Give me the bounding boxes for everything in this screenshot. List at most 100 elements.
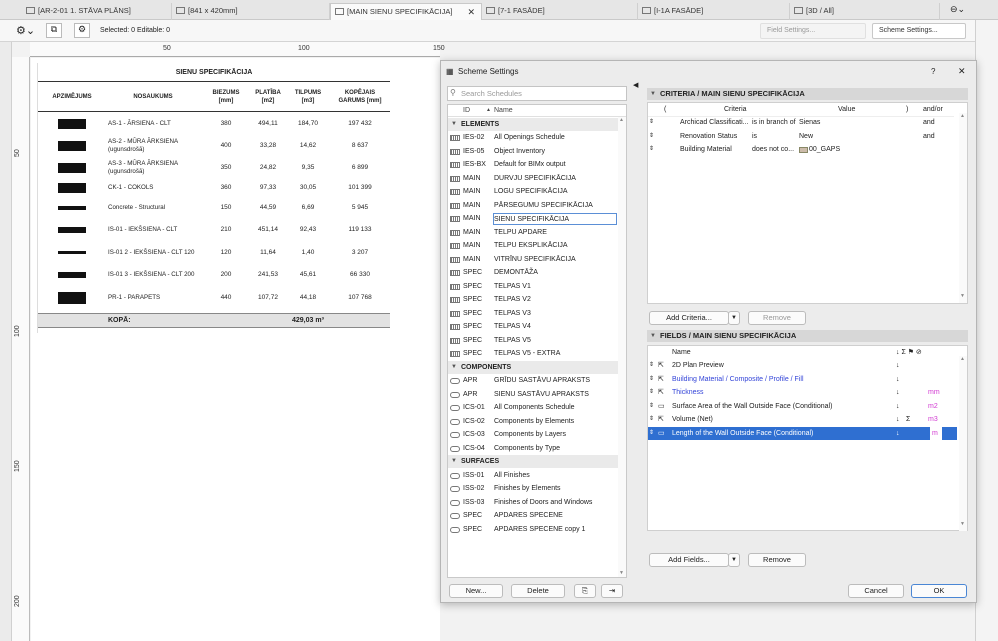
help-button[interactable]: ? xyxy=(931,61,935,82)
close-button[interactable]: ✕ xyxy=(958,61,966,82)
close-tab-icon[interactable]: ✕ xyxy=(467,4,475,20)
drag-handle-icon[interactable]: ⇕ xyxy=(649,413,654,427)
list-item[interactable]: APR GRĪDU SASTĀVU APRAKSTS xyxy=(448,374,618,388)
list-item[interactable]: MAIN TELPU EKSPLIKĀCIJA xyxy=(448,239,618,253)
criteria-name[interactable]: Renovation Status xyxy=(680,130,737,144)
list-item[interactable]: SPEC APDARES SPECENE copy 1 xyxy=(448,523,618,537)
list-item[interactable]: ICS-02 Components by Elements xyxy=(448,415,618,429)
add-fields-dropdown-icon[interactable]: ▼ xyxy=(728,553,740,567)
fields-scrollbar[interactable]: ▲ ▼ xyxy=(959,356,967,531)
tab-3d[interactable]: [3D / All] xyxy=(790,3,940,20)
list-item[interactable]: SPEC APDARES SPECENE xyxy=(448,509,618,523)
fields-header[interactable]: ▼ FIELDS / MAIN SIENU SPECIFIKĀCIJA xyxy=(647,330,968,342)
drag-handle-icon[interactable]: ⇕ xyxy=(649,116,654,130)
criteria-operator[interactable]: is xyxy=(752,130,757,144)
drag-handle-icon[interactable]: ⇕ xyxy=(649,400,654,414)
delete-button[interactable]: Delete xyxy=(511,584,565,598)
field-row[interactable]: ⇕ ⇱ Volume (Net) ↓ Σm3 xyxy=(648,413,957,427)
list-item[interactable]: ISS-01 All Finishes xyxy=(448,469,618,483)
list-item[interactable]: SPEC TELPAS V4 xyxy=(448,320,618,334)
add-criteria-dropdown-icon[interactable]: ▼ xyxy=(728,311,740,325)
gear-icon[interactable]: ⚙⌄ xyxy=(16,24,35,37)
section-elements[interactable]: ▼ ELEMENTS xyxy=(448,118,618,131)
list-scrollbar[interactable]: ▲ ▼ xyxy=(618,117,626,577)
field-unit[interactable]: mm xyxy=(928,386,940,400)
list-item[interactable]: IES-05 Object Inventory xyxy=(448,145,618,159)
sort-arrow-icon[interactable]: ↓ xyxy=(896,359,900,373)
tab-elevation-2[interactable]: [I-1A FASĀDE] xyxy=(638,3,790,20)
list-item[interactable]: ISS-02 Finishes by Elements xyxy=(448,482,618,496)
list-item[interactable]: SPEC DEMONTĀŽA xyxy=(448,266,618,280)
col-id-header[interactable]: ID xyxy=(463,107,470,114)
list-item[interactable]: APR SIENU SASTĀVU APRAKSTS xyxy=(448,388,618,402)
field-row[interactable]: ⇕ ⇱ Thickness ↓ mm xyxy=(648,386,957,400)
list-item[interactable]: ISS-03 Finishes of Doors and Windows xyxy=(448,496,618,510)
criteria-row[interactable]: ⇕ Renovation Status is New and xyxy=(648,130,954,144)
drag-handle-icon[interactable]: ⇕ xyxy=(649,427,654,441)
drag-handle-icon[interactable]: ⇕ xyxy=(649,386,654,400)
field-unit[interactable]: m xyxy=(930,426,942,440)
tab-elevation[interactable]: [7-1 FASĀDE] xyxy=(482,3,638,20)
drag-handle-icon[interactable]: ⇕ xyxy=(649,130,654,144)
section-components[interactable]: ▼ COMPONENTS xyxy=(448,360,618,374)
criteria-andor[interactable]: and xyxy=(923,116,935,130)
select-icon[interactable]: ⧉ xyxy=(46,23,62,38)
sort-arrow-icon[interactable]: ↓ xyxy=(896,400,900,414)
list-item[interactable]: MAIN DURVJU SPECIFIKĀCIJA xyxy=(448,172,618,186)
list-item[interactable]: MAIN PĀRSEGUMU SPECIFIKĀCIJA xyxy=(448,199,618,213)
scheme-settings-button[interactable]: Scheme Settings... xyxy=(872,23,966,39)
criteria-scrollbar[interactable]: ▲ ▼ xyxy=(959,113,967,303)
drag-handle-icon[interactable]: ⇕ xyxy=(649,143,654,157)
criteria-value[interactable]: New xyxy=(799,130,813,144)
section-surfaces[interactable]: ▼ SURFACES xyxy=(448,455,618,468)
tab-menu-icon[interactable]: ⊖⌄ xyxy=(950,4,965,15)
add-criteria-button[interactable]: Add Criteria... xyxy=(649,311,729,325)
criteria-andor[interactable]: and xyxy=(923,130,935,144)
list-item[interactable]: ICS-03 Components by Layers xyxy=(448,428,618,442)
tab-layout[interactable]: [841 x 420mm] xyxy=(172,3,330,20)
collapse-arrow-icon[interactable]: ◀ xyxy=(633,81,638,89)
list-item[interactable]: MAIN SIENU SPECIFIKĀCIJA xyxy=(448,212,618,226)
field-row[interactable]: ⇕ ▭ Length of the Wall Outside Face (Condi… xyxy=(648,426,957,441)
criteria-header[interactable]: ▼ CRITERIA / MAIN SIENU SPECIFIKĀCIJA xyxy=(647,88,968,100)
list-item[interactable]: ICS-04 Components by Type xyxy=(448,442,618,456)
sum-icon[interactable]: Σ xyxy=(906,413,910,427)
criteria-name[interactable]: Archicad Classificati... xyxy=(680,116,748,130)
tab-schedule[interactable]: [MAIN SIENU SPECIFIKĀCIJA] ✕ xyxy=(330,3,482,20)
drag-handle-icon[interactable]: ⇕ xyxy=(649,373,654,387)
sort-arrow-icon[interactable]: ↓ xyxy=(896,413,900,427)
search-input[interactable]: Search Schedules xyxy=(447,86,627,101)
field-unit[interactable]: m2 xyxy=(928,400,938,414)
field-row[interactable]: ⇕ ▭ Surface Area of the Wall Outside Face … xyxy=(648,400,957,414)
drag-handle-icon[interactable]: ⇕ xyxy=(649,359,654,373)
col-name-header[interactable]: Name xyxy=(494,107,513,114)
criteria-operator[interactable]: is in branch of xyxy=(752,116,796,130)
list-item[interactable]: SPEC TELPAS V5 xyxy=(448,334,618,348)
list-item[interactable]: IES-02 All Openings Schedule xyxy=(448,131,618,145)
sort-arrow-icon[interactable]: ↓ xyxy=(896,386,900,400)
list-item[interactable]: SPEC TELPAS V2 xyxy=(448,293,618,307)
export-icon[interactable]: ⇥ xyxy=(601,584,623,598)
list-item[interactable]: MAIN TELPU APDARE xyxy=(448,226,618,240)
criteria-name[interactable]: Building Material xyxy=(680,143,732,157)
remove-criteria-button[interactable]: Remove xyxy=(748,311,806,325)
cancel-button[interactable]: Cancel xyxy=(848,584,904,598)
import-icon[interactable]: ⎘ xyxy=(574,584,596,598)
list-item[interactable]: MAIN LOGU SPECIFIKĀCIJA xyxy=(448,185,618,199)
remove-field-button[interactable]: Remove xyxy=(748,553,806,567)
list-item[interactable]: SPEC TELPAS V1 xyxy=(448,280,618,294)
field-row[interactable]: ⇕ ⇱ Building Material / Composite / Profil… xyxy=(648,373,957,387)
list-item[interactable]: IES-BX Default for BIMx output xyxy=(448,158,618,172)
tab-floor-plan[interactable]: [AR-2-01 1. STĀVA PLĀNS] xyxy=(22,3,172,20)
ok-button[interactable]: OK xyxy=(911,584,967,598)
field-unit[interactable]: m3 xyxy=(928,413,938,427)
criteria-value[interactable]: Sienas xyxy=(799,116,820,130)
sort-arrow-icon[interactable]: ↓ xyxy=(896,427,900,441)
list-item[interactable]: ICS-01 All Components Schedule xyxy=(448,401,618,415)
criteria-row[interactable]: ⇕ Archicad Classificati... is in branch of… xyxy=(648,116,954,130)
edit-selection-icon[interactable]: ⚙ xyxy=(74,23,90,38)
criteria-row[interactable]: ⇕ Building Material does not co... 00_GAPS xyxy=(648,143,954,157)
criteria-value[interactable]: 00_GAPS xyxy=(809,143,840,157)
criteria-operator[interactable]: does not co... xyxy=(752,143,794,157)
list-item[interactable]: MAIN VITRĪNU SPECIFIKĀCIJA xyxy=(448,253,618,267)
